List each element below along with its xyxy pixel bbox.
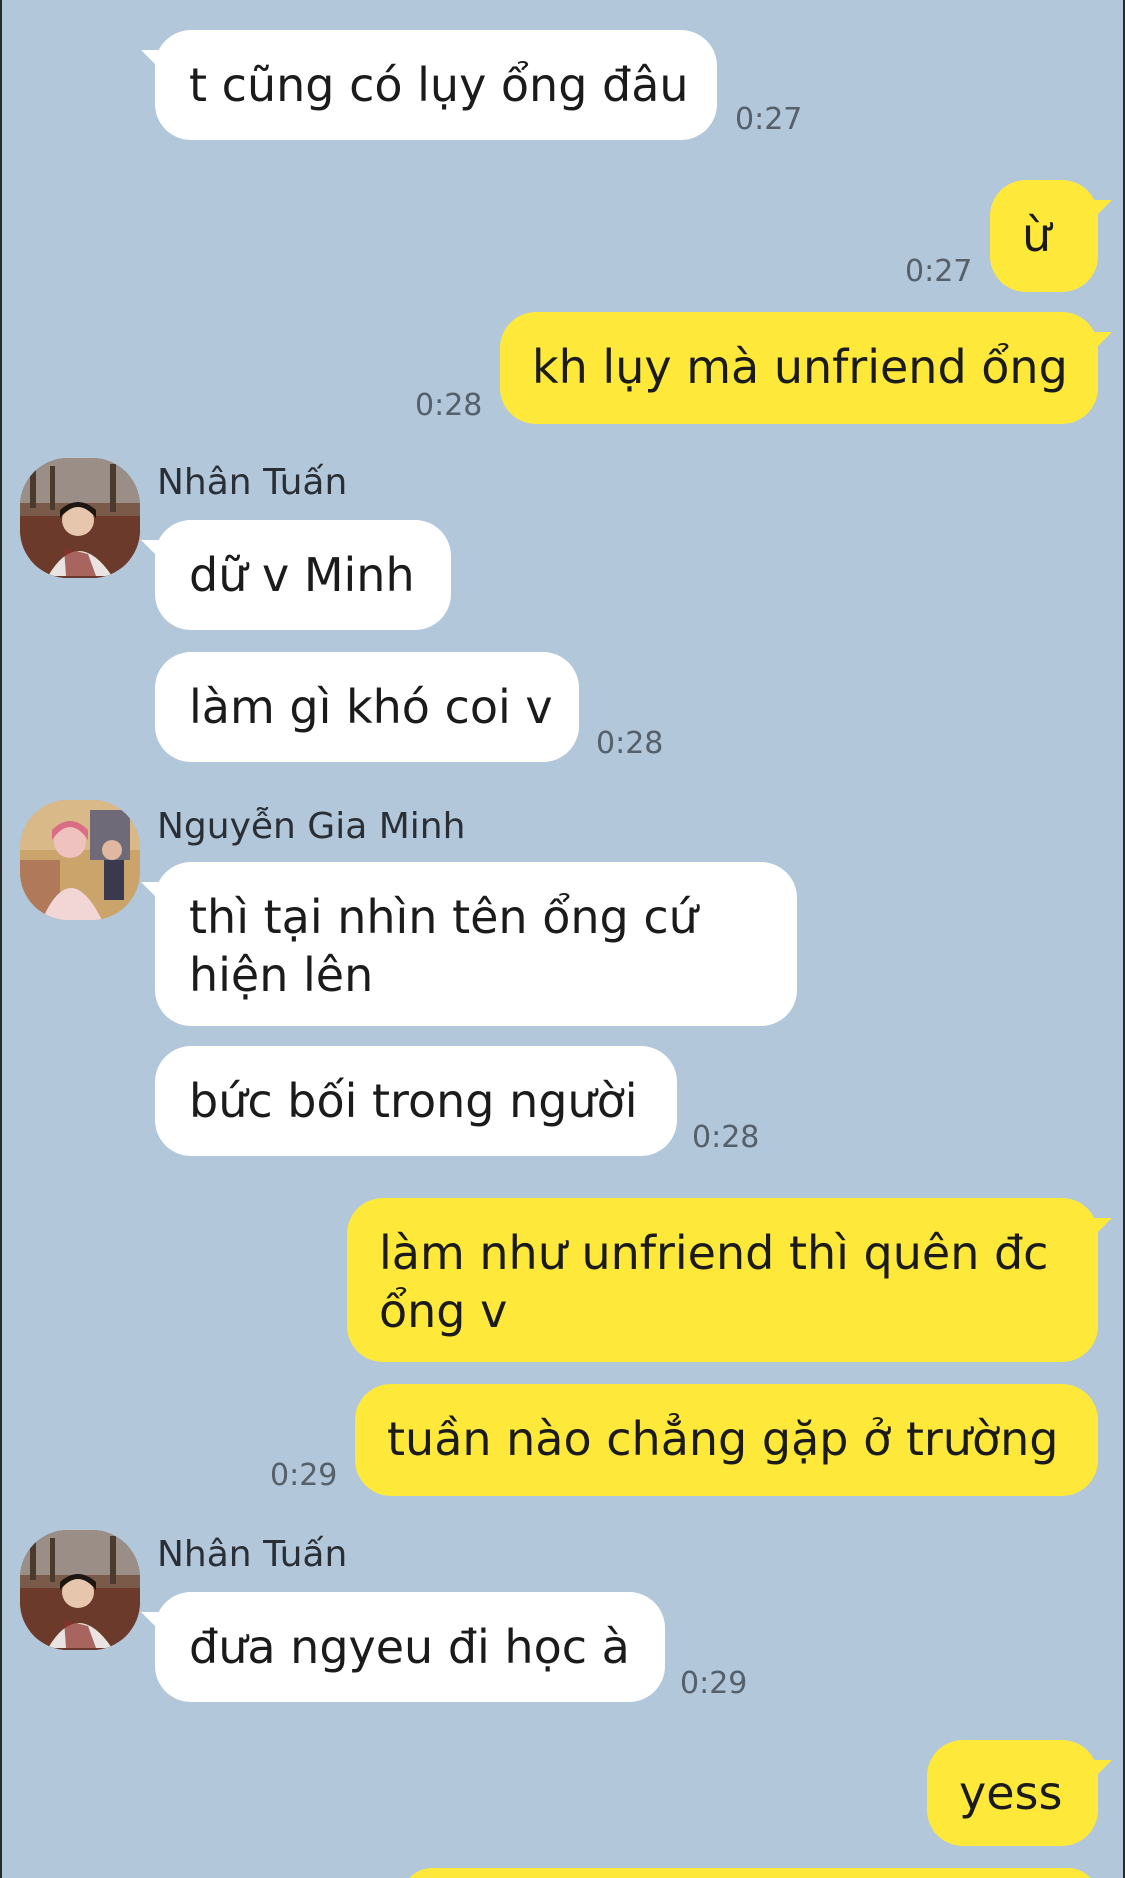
- bubble-tail: [1090, 200, 1112, 222]
- message-text: t cũng có lụy ổng đâu: [189, 58, 689, 112]
- message-time: 0:27: [905, 254, 973, 289]
- message-bubble-incoming[interactable]: thì tại nhìn tên ổng cứ hiện lên: [141, 862, 797, 1026]
- bubble-tail: [141, 882, 163, 904]
- message-time: 0:28: [596, 726, 664, 761]
- message-bubble-incoming[interactable]: đưa ngyeu đi học à: [141, 1592, 665, 1702]
- message-text: yess: [959, 1766, 1063, 1820]
- sender-name: Nhân Tuấn: [157, 1534, 348, 1575]
- avatar[interactable]: [20, 800, 140, 920]
- message-bubble-incoming[interactable]: làm gì khó coi v: [155, 652, 579, 762]
- message-time: 0:29: [680, 1666, 748, 1701]
- message-text: thì tại nhìn tên ổng cứ hiện lên: [189, 890, 698, 1002]
- message-text: đưa ngyeu đi học à: [189, 1620, 630, 1674]
- message-text: ừ: [1022, 208, 1052, 262]
- sender-name: Nhân Tuấn: [157, 462, 348, 503]
- message-bubble-outgoing[interactable]: kh lụy mà unfriend ổng: [500, 312, 1112, 424]
- message-text: bức bối trong người: [189, 1074, 638, 1128]
- bubble-tail: [1090, 1218, 1112, 1240]
- message-bubble-outgoing[interactable]: tuần nào chẳng gặp ở trường: [355, 1384, 1098, 1496]
- message-time: 0:27: [735, 102, 803, 137]
- bubble-tail: [141, 540, 163, 562]
- avatar[interactable]: [20, 1530, 140, 1650]
- chat-view[interactable]: t cũng có lụy ổng đâu 0:27 ừ 0:27 kh lụy…: [0, 0, 1125, 1878]
- bubble-tail: [1090, 1760, 1112, 1782]
- message-bubble-outgoing[interactable]: ừ: [990, 180, 1112, 292]
- message-bubble-outgoing[interactable]: yess: [927, 1740, 1112, 1846]
- bubble-tail: [141, 1612, 163, 1634]
- avatar[interactable]: [20, 458, 140, 578]
- message-text: dữ v Minh: [189, 548, 415, 602]
- bubble-tail: [1090, 332, 1112, 354]
- message-text: làm gì khó coi v: [189, 680, 553, 734]
- message-text: kh lụy mà unfriend ổng: [532, 340, 1068, 394]
- message-time: 0:28: [415, 388, 483, 423]
- message-bubble-outgoing-partial[interactable]: [402, 1868, 1098, 1878]
- message-text: làm như unfriend thì quên đc ổng v: [379, 1226, 1049, 1338]
- message-bubble-incoming[interactable]: bức bối trong người: [155, 1046, 677, 1156]
- message-bubble-incoming[interactable]: t cũng có lụy ổng đâu: [141, 30, 717, 140]
- message-bubble-incoming[interactable]: dữ v Minh: [141, 520, 451, 630]
- message-text: tuần nào chẳng gặp ở trường: [387, 1412, 1059, 1466]
- avatar-photo-icon: [20, 1530, 140, 1650]
- message-bubble-outgoing[interactable]: làm như unfriend thì quên đc ổng v: [347, 1198, 1112, 1362]
- avatar-photo-icon: [20, 458, 140, 578]
- sender-name: Nguyễn Gia Minh: [157, 806, 466, 847]
- message-time: 0:28: [692, 1120, 760, 1155]
- message-time: 0:29: [270, 1458, 338, 1493]
- bubble-tail: [141, 50, 163, 72]
- avatar-photo-icon: [20, 800, 140, 920]
